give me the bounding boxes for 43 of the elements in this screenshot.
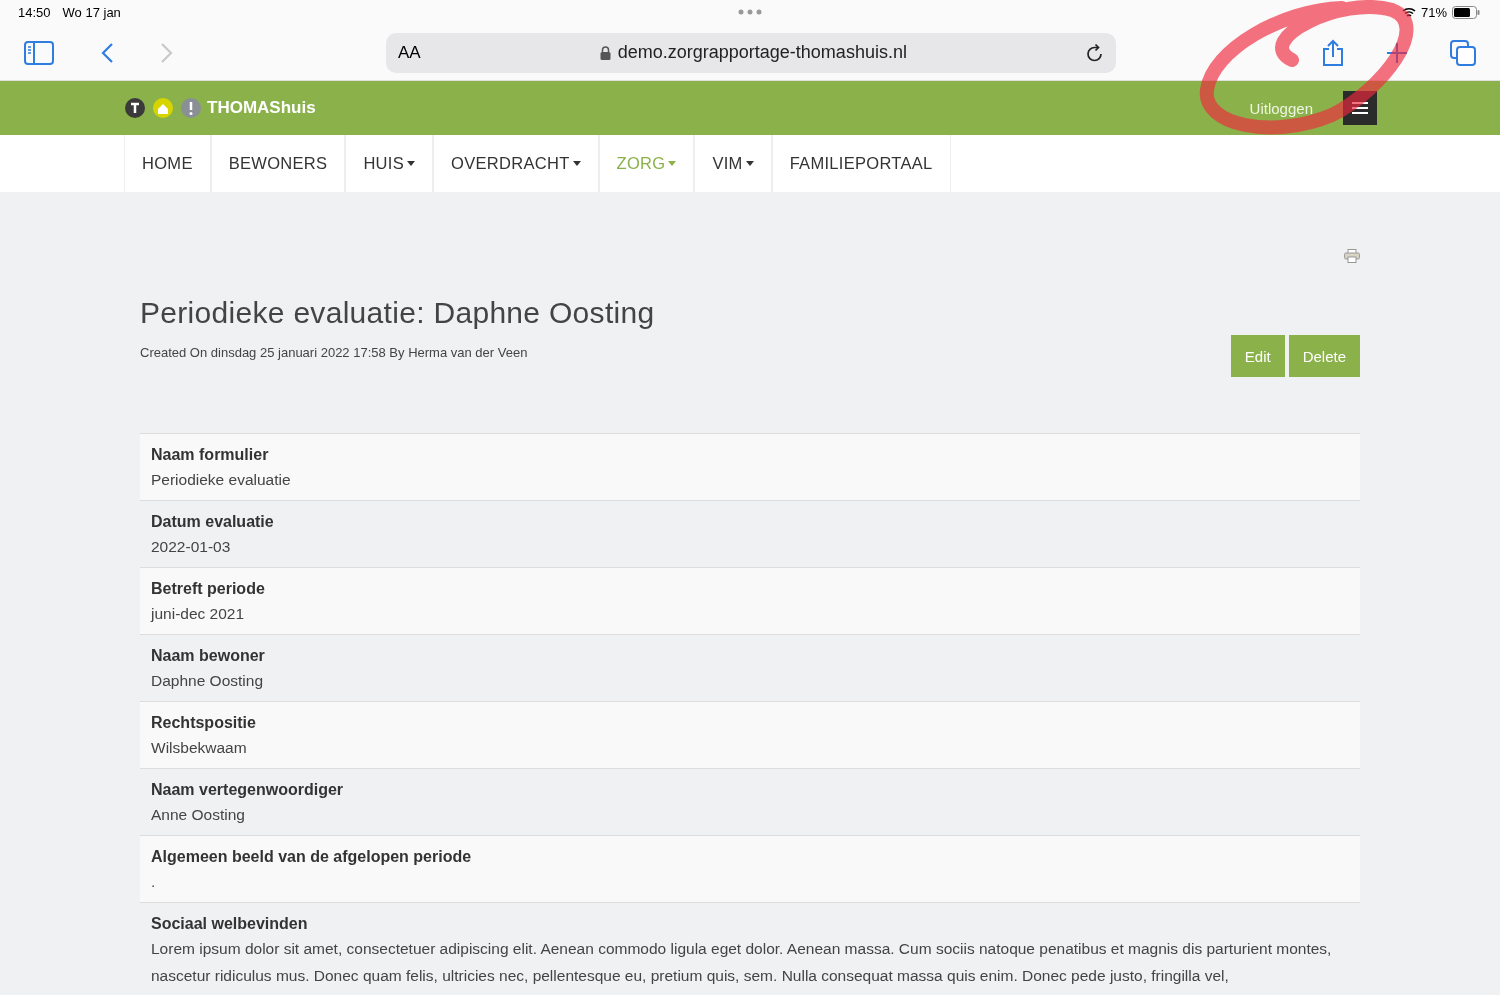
sidebar-icon[interactable] — [24, 40, 54, 65]
address-bar[interactable]: AA demo.zorgrapportage-thomashuis.nl — [386, 32, 1116, 73]
field-label: Algemeen beeld van de afgelopen periode — [151, 847, 473, 867]
field-value: Lorem ipsum dolor sit amet, consectetuer adipiscing elit. Aenean commodo ligula eget dolor. Aenean massa. Cum sociis natoque penatibus et magnis dis parturient montes, nascetur ridiculus mus. Donec quam felis, ultricies nec, pellentesque eu, pretium quis, sem. Nulla consequat massa quis enim. Donec pede justo, fringilla vel, — [151, 939, 1333, 986]
battery-percent: 71% — [1420, 5, 1447, 20]
menu-button[interactable] — [1343, 91, 1377, 125]
back-icon[interactable] — [100, 41, 114, 64]
menu-icon — [1352, 102, 1368, 114]
field-value: Anne Oosting — [151, 805, 246, 825]
nav-item[interactable]: HOME — [124, 135, 211, 192]
printer-icon[interactable] — [1344, 249, 1360, 263]
wifi-icon — [1401, 7, 1416, 18]
plus-icon[interactable] — [1386, 41, 1408, 64]
field-value: 2022-01-03 — [151, 537, 232, 557]
nav-item[interactable]: HUIS — [345, 135, 433, 192]
nav-item[interactable]: BEWONERS — [210, 135, 346, 192]
field-value: Wilsbekwaam — [151, 738, 248, 758]
created-info: Created On dinsdag 25 januari 2022 17:58 By Herma van der Veen — [140, 344, 528, 360]
field-label: Naam formulier — [151, 445, 270, 465]
url-text: demo.zorgrapportage-thomashuis.nl — [617, 42, 907, 63]
field-value: Periodieke evaluatie — [151, 470, 292, 490]
status-date: Wo 17 jan — [62, 5, 121, 20]
tabs-icon[interactable] — [1450, 39, 1476, 66]
lock-icon — [599, 45, 611, 60]
battery-icon — [1452, 6, 1480, 19]
nav-item[interactable]: FAMILIEPORTAAL — [771, 135, 951, 192]
reload-icon[interactable] — [1086, 42, 1104, 63]
field-label: Datum evaluatie — [151, 512, 275, 532]
field-value: juni-dec 2021 — [151, 604, 246, 624]
field-value: . — [151, 872, 157, 892]
page-title: Periodieke evaluatie: Daphne Oosting — [140, 296, 656, 330]
more-dots-icon[interactable] — [738, 9, 762, 15]
share-icon[interactable] — [1322, 38, 1344, 67]
field-label: Sociaal welbevinden — [151, 914, 309, 934]
status-time: 14:50 — [18, 5, 51, 20]
field-label: Rechtspositie — [151, 713, 257, 733]
nav-item[interactable]: VIM — [694, 135, 772, 192]
field-value: Daphne Oosting — [151, 671, 265, 691]
nav-item[interactable]: OVERDRACHT — [433, 135, 599, 192]
field-label: Betreft periode — [151, 579, 266, 599]
field-label: Naam bewoner — [151, 646, 266, 666]
text-size-button[interactable]: AA — [398, 42, 421, 63]
field-label: Naam vertegenwoordiger — [151, 780, 345, 800]
